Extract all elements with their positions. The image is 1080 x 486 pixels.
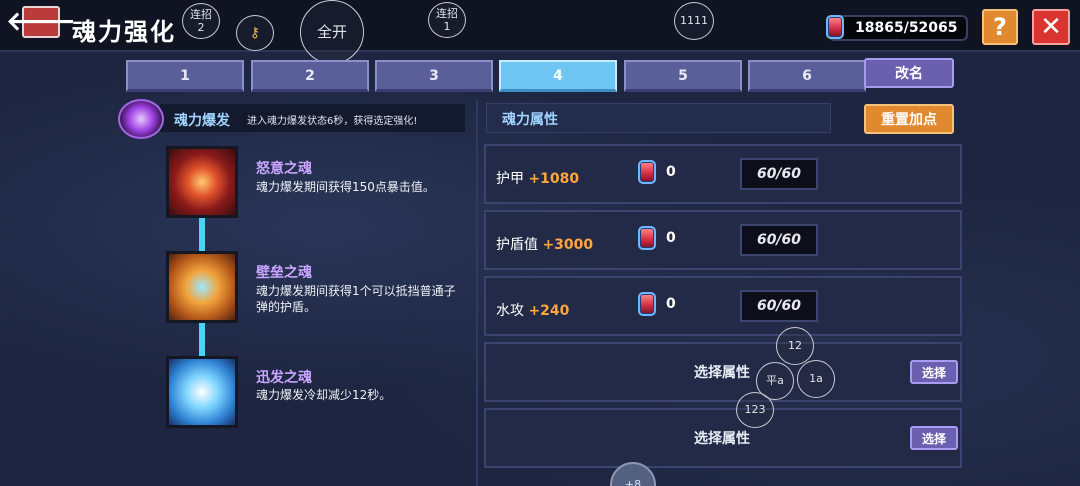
close-button[interactable]: ✕ bbox=[1032, 9, 1070, 45]
burst-description: 进入魂力爆发状态6秒，获得选定强化! bbox=[247, 116, 418, 127]
tab-5[interactable]: 5 bbox=[624, 60, 742, 92]
tab-4[interactable]: 4 bbox=[499, 60, 617, 92]
shortcut-123[interactable]: 123 bbox=[736, 392, 774, 428]
attribute-bonus: +3000 bbox=[542, 237, 594, 253]
currency-amount: 18865/52065 bbox=[855, 20, 958, 36]
attribute-bonus: +1080 bbox=[528, 171, 580, 187]
soul-gem-icon bbox=[638, 226, 656, 250]
attribute-value: 60/60 bbox=[740, 224, 818, 256]
attribute-row: 水攻 +240 0 60/60 bbox=[484, 276, 962, 336]
expand-all-shortcut[interactable]: 全开 bbox=[300, 0, 364, 64]
select-button[interactable]: 选择 bbox=[910, 360, 958, 384]
tab-3[interactable]: 3 bbox=[375, 60, 493, 92]
soul-description: 魂力爆发期间获得1个可以抵挡普通子弹的护盾。 bbox=[256, 284, 456, 314]
empty-attribute-row: 选择属性 选择 bbox=[484, 408, 962, 468]
shortcut-1111[interactable]: 1111 bbox=[674, 2, 714, 40]
attribute-value: 60/60 bbox=[740, 158, 818, 190]
arrow-left-icon: 🡐 bbox=[6, 7, 76, 37]
attribute-count: 0 bbox=[666, 296, 676, 312]
page-title: 魂力强化 bbox=[72, 18, 176, 46]
panel-divider bbox=[476, 100, 478, 486]
attribute-count: 0 bbox=[666, 164, 676, 180]
select-button[interactable]: 选择 bbox=[910, 426, 958, 450]
attribute-label: 水攻 bbox=[496, 303, 524, 319]
attribute-label: 护甲 bbox=[496, 171, 524, 187]
shortcut-1a[interactable]: 1a bbox=[797, 360, 835, 398]
empty-attribute-row: 选择属性 选择 bbox=[484, 342, 962, 402]
combo-2-shortcut[interactable]: 连招 2 bbox=[182, 3, 220, 39]
burst-title: 魂力爆发 bbox=[174, 113, 230, 129]
combo-1-shortcut[interactable]: 连招 1 bbox=[428, 2, 466, 38]
key-icon: ⚷ bbox=[249, 24, 261, 41]
soul-name: 怒意之魂 bbox=[256, 161, 312, 177]
attribute-bonus: +240 bbox=[528, 303, 570, 319]
soul-name: 迅发之魂 bbox=[256, 370, 312, 386]
attribute-count: 0 bbox=[666, 230, 676, 246]
soul-description: 魂力爆发冷却减少12秒。 bbox=[256, 388, 392, 402]
key-shortcut[interactable]: ⚷ bbox=[236, 15, 274, 51]
select-attribute-label: 选择属性 bbox=[694, 431, 750, 447]
attribute-value: 60/60 bbox=[740, 290, 818, 322]
swift-soul-icon[interactable] bbox=[166, 356, 238, 428]
soul-gem-icon bbox=[826, 15, 844, 39]
select-attribute-label: 选择属性 bbox=[694, 365, 750, 381]
skill-connector bbox=[199, 323, 205, 357]
soul-name: 壁垒之魂 bbox=[256, 265, 312, 281]
rage-soul-icon[interactable] bbox=[166, 146, 238, 218]
soul-description: 魂力爆发期间获得150点暴击值。 bbox=[256, 180, 435, 194]
attribute-title: 魂力属性 bbox=[502, 112, 558, 128]
attribute-row: 护盾值 +3000 0 60/60 bbox=[484, 210, 962, 270]
tab-6[interactable]: 6 bbox=[748, 60, 866, 92]
attribute-label: 护盾值 bbox=[496, 237, 538, 253]
attribute-row: 护甲 +1080 0 60/60 bbox=[484, 144, 962, 204]
tab-1[interactable]: 1 bbox=[126, 60, 244, 92]
reset-points-button[interactable]: 重置加点 bbox=[864, 104, 954, 134]
soul-gem-icon bbox=[638, 292, 656, 316]
bulwark-soul-icon[interactable] bbox=[166, 251, 238, 323]
soul-gem-icon bbox=[638, 160, 656, 184]
soul-burst-icon bbox=[118, 99, 164, 139]
help-button[interactable]: ? bbox=[982, 9, 1018, 45]
rename-button[interactable]: 改名 bbox=[864, 58, 954, 88]
shortcut-12[interactable]: 12 bbox=[776, 327, 814, 365]
tab-2[interactable]: 2 bbox=[251, 60, 369, 92]
back-button[interactable]: 🡐 bbox=[6, 6, 76, 38]
skill-connector bbox=[199, 218, 205, 252]
